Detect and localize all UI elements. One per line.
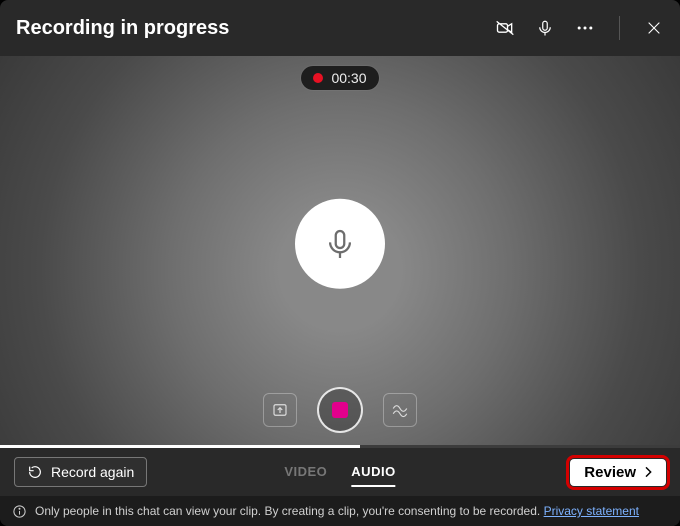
- footer-message: Only people in this chat can view your c…: [35, 504, 544, 518]
- privacy-link[interactable]: Privacy statement: [544, 504, 639, 518]
- recording-timer: 00:30: [301, 66, 378, 90]
- refresh-icon: [27, 464, 43, 480]
- titlebar-actions: [495, 16, 664, 40]
- record-again-button[interactable]: Record again: [14, 457, 147, 487]
- window-title: Recording in progress: [16, 17, 495, 40]
- tab-video[interactable]: VIDEO: [284, 458, 327, 487]
- microphone-large-icon: [323, 226, 357, 260]
- info-icon: [12, 504, 27, 519]
- timer-value: 00:30: [331, 70, 366, 86]
- microphone-icon[interactable]: [535, 18, 555, 38]
- title-bar: Recording in progress: [0, 0, 680, 56]
- footer-text: Only people in this chat can view your c…: [35, 504, 639, 518]
- titlebar-divider: [619, 16, 620, 40]
- mic-visual: [295, 198, 385, 288]
- effects-icon: [391, 401, 409, 419]
- stop-recording-button[interactable]: [317, 387, 363, 433]
- stop-icon: [332, 402, 348, 418]
- footer-bar: Only people in this chat can view your c…: [0, 496, 680, 526]
- tab-audio[interactable]: AUDIO: [351, 458, 395, 487]
- recording-stage: 00:30: [0, 56, 680, 445]
- review-button[interactable]: Review: [570, 459, 666, 486]
- bottom-bar: Record again VIDEO AUDIO Review: [0, 448, 680, 496]
- recording-window: Recording in progress: [0, 0, 680, 526]
- more-options-icon[interactable]: [575, 18, 595, 38]
- mode-tabs: VIDEO AUDIO: [284, 458, 395, 487]
- chevron-right-icon: [640, 464, 656, 480]
- recording-dot-icon: [313, 73, 323, 83]
- review-label: Review: [584, 464, 636, 481]
- background-effects-button[interactable]: [383, 393, 417, 427]
- upload-button[interactable]: [263, 393, 297, 427]
- close-icon[interactable]: [644, 18, 664, 38]
- camera-off-icon[interactable]: [495, 18, 515, 38]
- upload-icon: [271, 401, 289, 419]
- stage-controls: [263, 387, 417, 433]
- record-again-label: Record again: [51, 464, 134, 480]
